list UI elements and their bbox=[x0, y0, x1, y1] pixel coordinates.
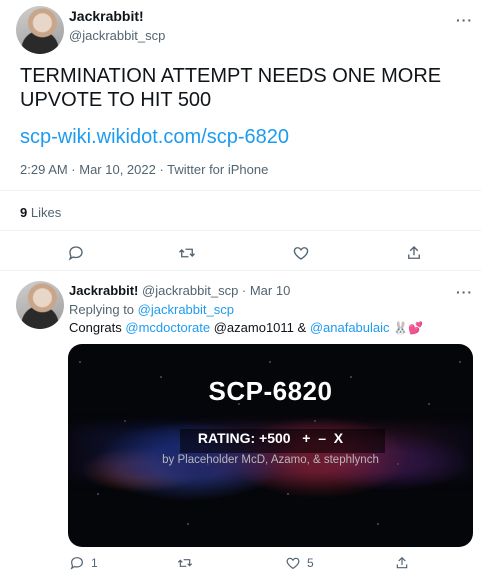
reply-text-amp: & bbox=[297, 320, 307, 335]
likes-stat[interactable]: 9 Likes bbox=[20, 205, 61, 220]
tweet-timestamp[interactable]: 2:29 AM · Mar 10, 2022 · Twitter for iPh… bbox=[20, 162, 268, 177]
reply-icon bbox=[70, 557, 83, 570]
replying-to: Replying to @jackrabbit_scp bbox=[69, 302, 234, 317]
like-icon bbox=[286, 557, 300, 570]
tweet-text: TERMINATION ATTEMPT NEEDS ONE MORE UPVOT… bbox=[20, 65, 442, 111]
retweet-button[interactable] bbox=[177, 555, 193, 571]
reply-count: 1 bbox=[91, 556, 98, 570]
replying-to-label: Replying to bbox=[69, 302, 135, 317]
reply-icon bbox=[68, 246, 83, 261]
like-button[interactable] bbox=[292, 244, 310, 262]
mention-mcdoctorate[interactable]: @mcdoctorate bbox=[125, 320, 210, 335]
mention-azamo: @azamo1011 bbox=[213, 320, 294, 335]
tweet-link[interactable]: scp-wiki.wikidot.com/scp-6820 bbox=[20, 126, 289, 149]
likes-count: 9 bbox=[20, 205, 28, 220]
reply-emoji: 🐰💕 bbox=[393, 321, 424, 335]
reply-text: Congrats @mcdoctorate @azamo1011 & @anaf… bbox=[69, 320, 423, 335]
more-icon[interactable]: ··· bbox=[456, 284, 473, 300]
share-icon bbox=[396, 556, 408, 569]
reply-button[interactable] bbox=[67, 244, 85, 262]
reply-author-avatar[interactable] bbox=[16, 281, 64, 329]
card-rating: RATING: +500 + – X bbox=[197, 430, 344, 446]
reply-text-prefix: Congrats bbox=[69, 320, 122, 335]
link-preview-card[interactable]: SCP-6820 RATING: +500 + – X by Placehold… bbox=[68, 344, 473, 547]
share-button[interactable] bbox=[394, 555, 410, 571]
card-title: SCP-6820 bbox=[208, 376, 333, 406]
reply-author-display-name[interactable]: Jackrabbit! bbox=[69, 283, 138, 298]
retweet-icon bbox=[177, 559, 193, 567]
replying-to-handle[interactable]: @jackrabbit_scp bbox=[138, 302, 234, 317]
like-button[interactable]: 5 bbox=[285, 555, 314, 571]
retweet-button[interactable] bbox=[178, 244, 196, 262]
author-handle[interactable]: @jackrabbit_scp bbox=[69, 28, 165, 43]
mention-anafabulaic[interactable]: @anafabulaic bbox=[310, 320, 390, 335]
retweet-icon bbox=[179, 248, 195, 258]
like-icon bbox=[293, 247, 309, 260]
share-icon bbox=[408, 246, 420, 259]
author-display-name[interactable]: Jackrabbit! bbox=[69, 8, 144, 24]
divider bbox=[0, 230, 481, 231]
like-count: 5 bbox=[307, 556, 314, 570]
author-avatar[interactable] bbox=[16, 6, 64, 54]
divider bbox=[0, 270, 481, 271]
card-authors: by Placeholder McD, Azamo, & stephlynch bbox=[162, 454, 379, 466]
divider bbox=[0, 190, 481, 191]
reply-button[interactable]: 1 bbox=[69, 555, 98, 571]
reply-author-handle-date[interactable]: @jackrabbit_scp · Mar 10 bbox=[142, 283, 290, 298]
reply-header: Jackrabbit! @jackrabbit_scp · Mar 10 bbox=[69, 283, 290, 298]
more-icon[interactable]: ··· bbox=[456, 12, 473, 28]
likes-label: Likes bbox=[30, 205, 62, 220]
share-button[interactable] bbox=[405, 244, 423, 262]
